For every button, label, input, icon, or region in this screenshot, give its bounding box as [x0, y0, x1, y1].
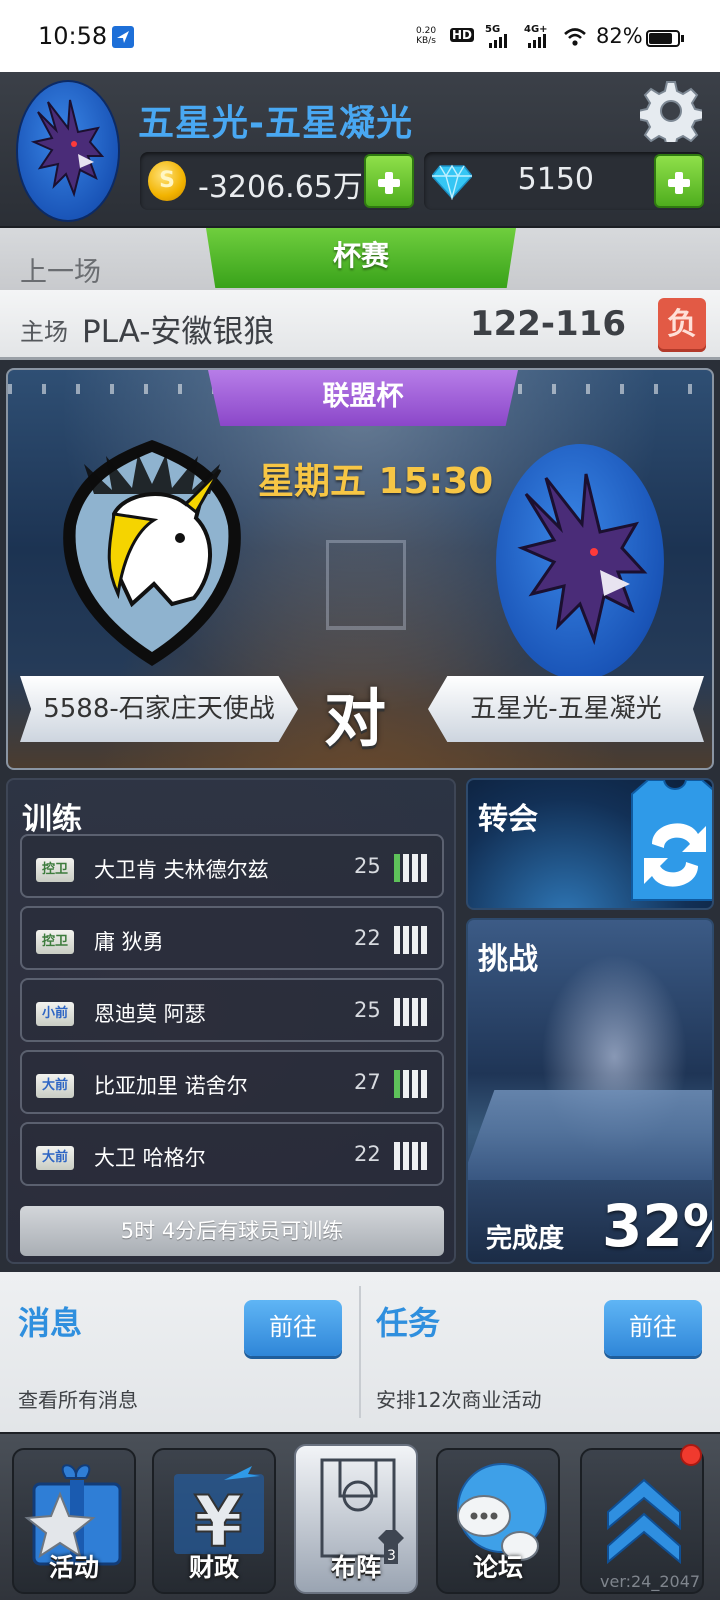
training-level-bars — [394, 1142, 430, 1174]
transfer-title: 转会 — [478, 802, 538, 837]
status-bar: 10:58 0.20 KB/s HD 5G 4G+ 82% — [0, 0, 720, 72]
network-speed: 0.20 KB/s — [416, 26, 437, 46]
position-badge: 大前 — [36, 1146, 74, 1170]
nav-events-button[interactable]: 活动 — [12, 1448, 136, 1594]
info-section: 消息 前往 查看所有消息 任务 前往 安排12次商业活动 — [0, 1272, 720, 1432]
training-level-bars — [394, 926, 430, 958]
away-team-crest — [496, 444, 664, 680]
basketball-hoop — [326, 540, 406, 630]
player-name: 大卫肯 夫林德尔兹 — [94, 858, 269, 882]
bottom-nav: 活动 ¥ 财政 3 布阵 论坛 ver:24_2047 — [0, 1432, 720, 1600]
last-match-label: 上一场 — [20, 257, 101, 288]
transfer-panel[interactable]: 转会 — [466, 778, 714, 910]
player-name: 大卫 哈格尔 — [94, 1146, 206, 1170]
challenge-panel[interactable]: 挑战 完成度 32% — [466, 918, 714, 1264]
signal-5g-icon: 5G — [485, 24, 515, 48]
player-age: 22 — [354, 1142, 381, 1166]
jersey-swap-icon — [631, 780, 712, 901]
coin-balance: S -3206.65万 — [140, 152, 414, 210]
player-row[interactable]: 大前 大卫 哈格尔 22 — [20, 1122, 444, 1186]
notification-dot — [680, 1444, 702, 1466]
team-header: 五星光-五星凝光 S -3206.65万 5150 — [0, 72, 720, 228]
match-score: 122-116 — [469, 304, 626, 344]
tasks-go-button[interactable]: 前往 — [604, 1300, 702, 1356]
training-level-bars — [394, 1070, 430, 1102]
signal-4g-icon: 4G+ — [524, 24, 554, 48]
position-badge: 控卫 — [36, 930, 74, 954]
nav-label: 财政 — [188, 1553, 239, 1582]
gear-icon[interactable] — [640, 80, 702, 142]
player-row[interactable]: 大前 比亚加里 诺舍尔 27 — [20, 1050, 444, 1114]
nav-label: 布阵 — [330, 1553, 381, 1582]
coin-icon: S — [148, 161, 186, 201]
nav-label: 论坛 — [472, 1553, 523, 1582]
messages-desc: 查看所有消息 — [18, 1388, 138, 1412]
player-row[interactable]: 控卫 大卫肯 夫林德尔兹 25 — [20, 834, 444, 898]
position-badge: 大前 — [36, 1074, 74, 1098]
version-label: ver:24_2047 — [600, 1572, 701, 1591]
unicorn-crest-icon — [63, 440, 241, 666]
battery-percent: 82% — [596, 24, 643, 48]
nav-lineup-button[interactable]: 3 布阵 — [294, 1444, 418, 1594]
wifi-icon — [564, 28, 586, 46]
team-logo[interactable] — [18, 82, 118, 220]
training-title: 训练 — [22, 802, 82, 837]
add-coins-button[interactable] — [364, 154, 414, 208]
messages-go-button[interactable]: 前往 — [244, 1300, 342, 1356]
coin-amount: -3206.65万 — [198, 170, 363, 205]
player-name: 比亚加里 诺舍尔 — [94, 1074, 248, 1098]
messages-title: 消息 — [18, 1304, 83, 1342]
last-match-bar: 上一场 杯赛 — [0, 228, 720, 290]
player-age: 25 — [354, 854, 381, 878]
player-row[interactable]: 小前 恩迪莫 阿瑟 25 — [20, 978, 444, 1042]
location-arrow-icon — [112, 26, 134, 48]
add-gems-button[interactable] — [654, 154, 704, 208]
nav-label: 活动 — [48, 1553, 99, 1582]
home-team-plate: 5588-石家庄天使战 — [20, 676, 298, 742]
gem-amount: 5150 — [517, 162, 594, 197]
position-badge: 小前 — [36, 1002, 74, 1026]
nav-forum-button[interactable]: 论坛 — [436, 1448, 560, 1594]
loss-badge: 负 — [658, 298, 706, 352]
match-time: 星期五 15:30 — [258, 461, 494, 502]
challenge-title: 挑战 — [478, 942, 538, 977]
player-name: 庸 狄勇 — [94, 930, 164, 954]
tasks-title: 任务 — [376, 1304, 441, 1342]
player-age: 27 — [354, 1070, 381, 1094]
training-panel[interactable]: 训练 控卫 大卫肯 夫林德尔兹 25 控卫庸 狄勇 22 小前 恩迪莫 阿瑟 25 大前 比亚加里… — [6, 778, 456, 1264]
nav-finance-button[interactable]: ¥ 财政 — [152, 1448, 276, 1594]
vs-label: 对 — [324, 682, 387, 755]
last-match-result[interactable]: 主场 PLA-安徽银狼 122-116 负 — [0, 290, 720, 360]
diamond-icon — [432, 164, 472, 200]
training-level-bars — [394, 998, 430, 1030]
opponent-name: PLA-安徽银狼 — [82, 314, 275, 350]
team-name: 五星光-五星凝光 — [138, 103, 413, 144]
completion-label: 完成度 — [486, 1224, 565, 1254]
clock: 10:58 — [38, 22, 108, 50]
player-age: 25 — [354, 998, 381, 1022]
next-match-panel[interactable]: 联盟杯 星期五 15:30 5588-石家庄天使战 对 五星光-五星凝光 — [6, 368, 714, 770]
gem-balance: 5150 — [424, 152, 704, 210]
away-team-plate: 五星光-五星凝光 — [428, 676, 704, 742]
completion-value: 32% — [602, 1192, 712, 1260]
player-age: 22 — [354, 926, 381, 950]
position-badge: 控卫 — [36, 858, 74, 882]
training-cooldown-note[interactable]: 5时 4分后有球员可训练 — [20, 1206, 444, 1256]
cup-competition-tab[interactable]: 杯赛 — [206, 228, 516, 288]
hd-badge: HD — [450, 28, 475, 42]
league-cup-tab: 联盟杯 — [208, 370, 518, 426]
training-level-bars — [394, 854, 430, 886]
tasks-desc: 安排12次商业活动 — [376, 1388, 542, 1412]
player-name: 恩迪莫 阿瑟 — [94, 1002, 206, 1026]
venue-label: 主场 — [20, 318, 68, 346]
player-row[interactable]: 控卫庸 狄勇 22 — [20, 906, 444, 970]
battery-icon — [646, 30, 680, 47]
